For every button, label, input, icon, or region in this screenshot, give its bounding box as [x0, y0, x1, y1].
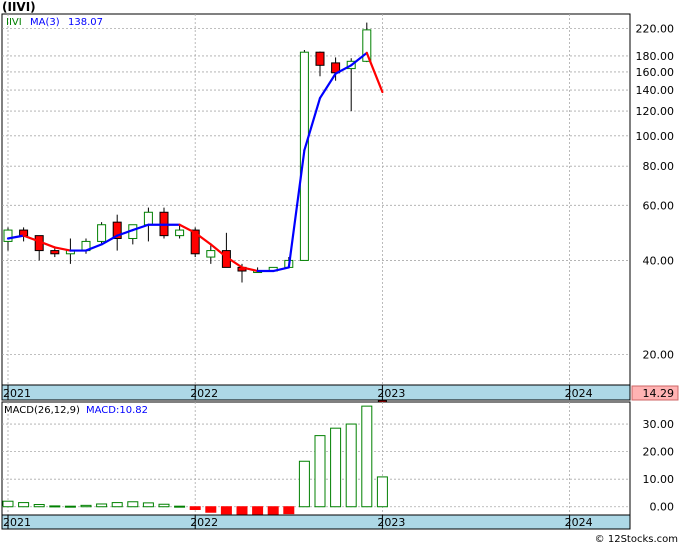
macd-bar [64, 505, 76, 508]
stock-chart: (IIVI) © 12Stocks.com 220.00 180.00 160.00… [1, 0, 679, 545]
price-y-tick: 80.00 [643, 160, 675, 173]
macd-bar [158, 503, 170, 508]
candle [97, 222, 107, 245]
macd-bar [361, 405, 373, 508]
macd-y-tick: 10.00 [643, 473, 675, 486]
macd-y-tick: 30.00 [643, 418, 675, 431]
candle-body [143, 211, 153, 226]
price-label: 14.29 [643, 387, 675, 400]
price-y-tick: 140.00 [636, 84, 675, 97]
macd-x-tick: 2021 [3, 516, 31, 529]
macd-bar [189, 506, 201, 510]
macd-bar [33, 504, 45, 508]
price-y-tick: 60.00 [643, 199, 675, 212]
price-plot-area [1, 13, 631, 386]
macd-bar [283, 506, 295, 515]
macd-bar [80, 504, 92, 508]
candle-body [206, 250, 216, 258]
macd-bar [205, 506, 217, 513]
macd-bar [127, 501, 139, 508]
legend-ma-value: 138.07 [68, 17, 103, 28]
price-panel: 220.00 180.00 160.00 140.00 120.00 100.00 80.0… [1, 13, 679, 405]
candle-body [315, 51, 325, 66]
macd-bar [96, 503, 108, 508]
price-y-tick: 220.00 [636, 23, 675, 36]
candle-body [362, 29, 372, 62]
price-y-tick: 40.00 [643, 254, 675, 267]
price-x-axis-band [1, 384, 631, 401]
macd-y-tick: 0.00 [650, 501, 675, 514]
price-y-tick: 100.00 [636, 130, 675, 143]
macd-bar [345, 423, 357, 508]
macd-bar [18, 502, 30, 508]
macd-bar [376, 476, 388, 508]
macd-legend-params: MACD(26,12,9) [4, 405, 80, 416]
candle-body [97, 224, 107, 242]
macd-bar [330, 427, 342, 508]
price-x-tick: 2023 [377, 387, 405, 400]
macd-bar [220, 506, 232, 515]
price-x-tick: 2024 [565, 387, 593, 400]
legend-ticker: IIVI [6, 17, 22, 28]
macd-bar [49, 505, 61, 508]
watermark: © 12Stocks.com [595, 534, 678, 545]
price-y-tick: 20.00 [643, 349, 675, 362]
macd-x-axis-band [1, 514, 631, 530]
macd-x-tick: 2023 [377, 516, 405, 529]
macd-bar [236, 506, 248, 516]
candle-body [175, 229, 185, 237]
macd-x-tick: 2022 [190, 516, 218, 529]
candle-body [50, 250, 60, 255]
legend-ma: MA(3) [30, 17, 60, 28]
macd-y-tick: 20.00 [643, 446, 675, 459]
macd-bar [174, 505, 186, 508]
macd-bar [298, 460, 310, 508]
macd-bar [142, 502, 154, 508]
macd-panel: 30.00 20.00 10.00 0.00 2021 2022 2023 2024 MACD(… [1, 401, 675, 530]
macd-x-tick: 2024 [565, 516, 593, 529]
macd-bar [267, 506, 279, 515]
chart-title: (IIVI) [2, 0, 36, 14]
macd-bar [2, 500, 14, 508]
macd-legend-value: MACD:10.82 [86, 405, 148, 416]
candle-body [3, 229, 13, 242]
price-y-tick: 160.00 [636, 66, 675, 79]
macd-bar [252, 506, 264, 516]
price-y-tick: 120.00 [636, 105, 675, 118]
candle [159, 207, 169, 239]
price-x-tick: 2021 [3, 387, 31, 400]
price-x-tick: 2022 [190, 387, 218, 400]
macd-bar [111, 502, 123, 508]
price-y-tick: 180.00 [636, 50, 675, 63]
macd-bar [314, 435, 326, 508]
